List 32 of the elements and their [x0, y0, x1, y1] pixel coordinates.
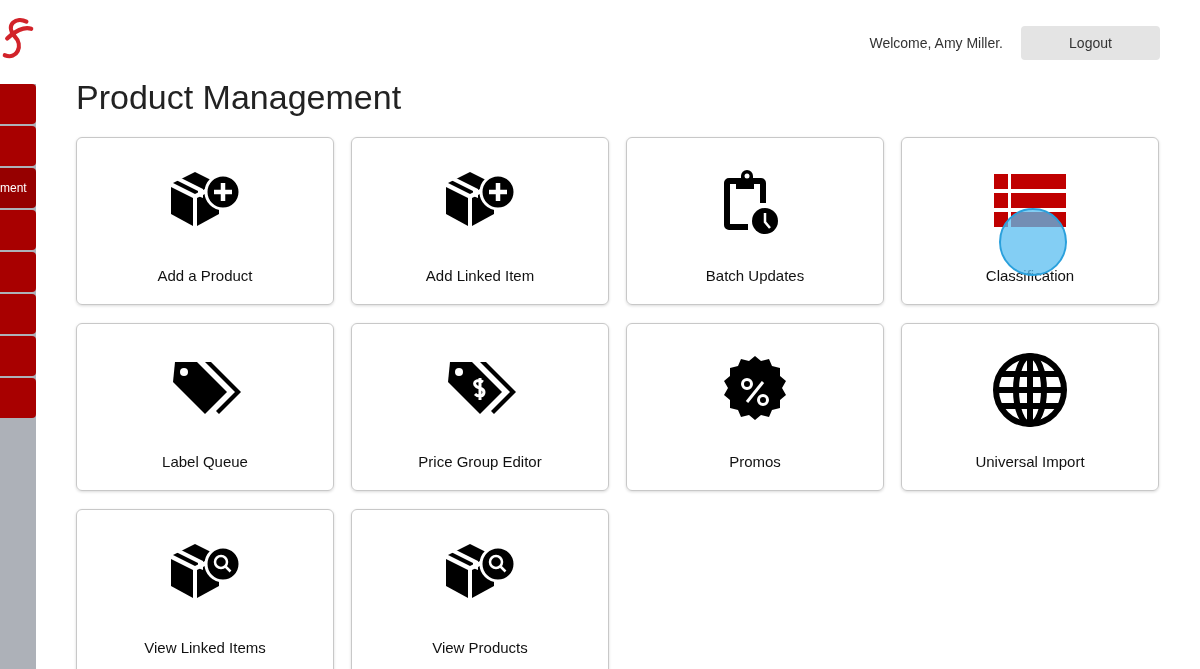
- sidebar-item[interactable]: [0, 336, 36, 376]
- menu-tile[interactable]: Label Queue: [76, 323, 334, 491]
- tile-label: Add Linked Item: [425, 267, 535, 284]
- sidebar-item[interactable]: [0, 126, 36, 166]
- tile-label: Add a Product: [157, 267, 253, 284]
- tile-label: Promos: [729, 453, 781, 470]
- menu-tile[interactable]: Universal Import: [901, 323, 1159, 491]
- logout-button[interactable]: Logout: [1021, 26, 1160, 60]
- tile-label: Classification: [985, 267, 1075, 284]
- menu-tile[interactable]: Promos: [626, 323, 884, 491]
- tile-label: Batch Updates: [705, 267, 805, 284]
- tile-label: Label Queue: [162, 453, 248, 470]
- globe-icon: [990, 352, 1070, 428]
- tile-label: View Products: [432, 639, 528, 656]
- page-title: Product Management: [76, 77, 403, 117]
- welcome-text: Welcome, Amy Miller.: [869, 35, 1003, 51]
- menu-tile[interactable]: Add Linked Item: [351, 137, 609, 305]
- menu-tile[interactable]: Add a Product: [76, 137, 334, 305]
- tile-label: Price Group Editor: [418, 453, 542, 470]
- tile-label: Universal Import: [975, 453, 1085, 470]
- sidebar-item[interactable]: [0, 210, 36, 250]
- menu-tile[interactable]: View Linked Items: [76, 509, 334, 669]
- sidebar-item[interactable]: [0, 294, 36, 334]
- menu-tile[interactable]: Batch Updates: [626, 137, 884, 305]
- tile-label: View Linked Items: [144, 639, 266, 656]
- sidebar-item[interactable]: [0, 84, 36, 124]
- sidebar-item[interactable]: [0, 378, 36, 418]
- menu-tile[interactable]: Price Group Editor: [351, 323, 609, 491]
- sidebar-item[interactable]: ment: [0, 168, 36, 208]
- menu-tile[interactable]: Classification: [901, 137, 1159, 305]
- sidebar-item[interactable]: [0, 252, 36, 292]
- menu-tile[interactable]: View Products: [351, 509, 609, 669]
